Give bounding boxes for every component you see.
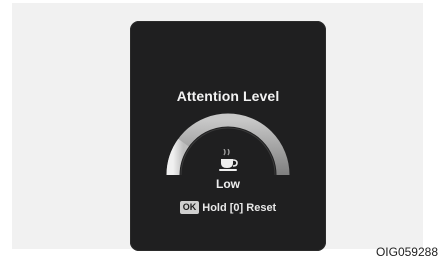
attention-level-title: Attention Level [176, 88, 280, 104]
coffee-cup-icon [219, 149, 238, 171]
ok-button-badge: OK [179, 201, 200, 214]
reset-hint: OK Hold [0] Reset [130, 201, 326, 214]
attention-level-value: Low [216, 177, 240, 191]
cluster-display: Attention Level Low OK Hold [0] Reset [130, 21, 326, 251]
reset-hint-label: Hold [0] Reset [202, 201, 277, 214]
image-code: OIG059288 [375, 245, 438, 259]
gauge-level-fill [166, 138, 189, 176]
